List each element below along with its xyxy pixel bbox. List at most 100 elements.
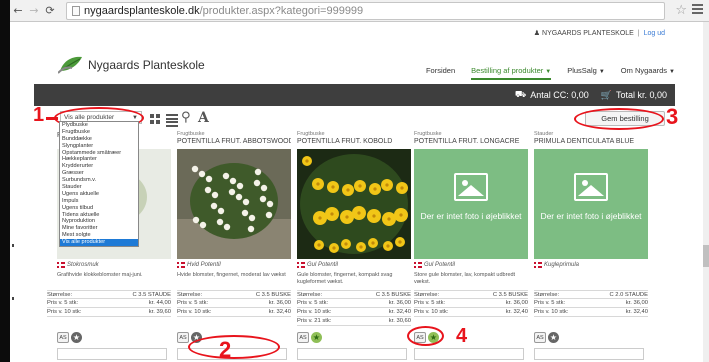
dropdown-option[interactable]: Impuls [60,198,138,205]
origin-row: Hvid Potentil [177,262,221,268]
favorite-star-icon[interactable]: ★ [548,332,559,343]
nav-item-forsiden[interactable]: Forsiden [426,66,455,80]
chevron-down-icon: ▼ [669,69,675,75]
as-badge[interactable]: AS [57,332,69,343]
dropdown-option[interactable]: Plydbuske [60,122,138,129]
price-label: Størrelse: [414,292,440,298]
page-icon [72,6,80,16]
price-table: Størrelse: C 3.5 BUSKE Pris v. 5 stk: kr. 3… [297,290,411,326]
product-category: Stauder [534,131,554,137]
no-photo-placeholder[interactable]: Der er intet foto i øjeblikket [534,149,648,259]
nav-label: Om Nygaards [620,66,668,75]
address-bar[interactable]: nygaardsplanteskole.dk /produkter.aspx?k… [66,2,665,20]
browser-menu-icon[interactable] [692,4,703,16]
annotation-number: 2 [219,337,232,362]
site-logo[interactable]: Nygaards Planteskole [58,55,205,75]
favorite-star-icon[interactable]: ★ [71,332,82,343]
truck-icon: ⛟ [514,89,527,99]
product-image[interactable] [177,149,291,259]
browser-toolbar: ← → ⟳ nygaardsplanteskole.dk /produkter.… [10,0,709,22]
product-description: Store gule blomster, lav, kompakt udbred… [414,272,516,285]
reload-icon[interactable]: ⟳ [42,4,58,17]
quantity-input[interactable] [297,348,407,360]
url-path: /produkter.aspx?kategori=999999 [199,5,364,17]
dropdown-option[interactable]: Mine favoritter [60,225,138,232]
annotation-number: 1 [33,104,45,126]
back-icon[interactable]: ← [10,4,26,17]
origin-row: Gul Potentil [414,262,455,268]
quantity-input[interactable] [57,348,167,360]
dropdown-option[interactable]: Ugens aktuelle [60,191,138,198]
price-row: Pris v. 5 stk: kr. 36,00 [177,299,291,308]
danish-flag-icon [534,262,542,268]
nav-item-plussalg[interactable]: PlusSalg ▼ [567,66,605,80]
price-value: kr. 36,00 [505,300,528,306]
search-icon[interactable]: ⚲ [181,110,191,125]
cart-total: Total kr. 0,00 [615,90,667,100]
price-label: Pris v. 5 stk: [534,300,566,306]
chevron-down-icon: ▼ [545,69,552,75]
dropdown-option[interactable]: Mest solgte [60,232,138,239]
price-label: Pris v. 5 stk: [414,300,446,306]
as-badge[interactable]: AS [534,332,546,343]
dropdown-option[interactable]: Slyngplanter [60,143,138,150]
product-name[interactable]: POTENTILLA FRUT. LONGACRE [414,138,528,145]
dropdown-option[interactable]: Bunddække [60,136,138,143]
dropdown-option[interactable]: Græsser [60,170,138,177]
list-view-icon[interactable] [166,114,178,128]
danish-flag-icon [177,262,185,268]
forward-icon[interactable]: → [26,4,42,17]
product-common-name: Kugleprimula [544,262,580,268]
main-nav: Forsiden Bestilling af produkter ▼ PlusSa… [410,66,675,80]
leaf-logo-icon [58,56,82,74]
product-name[interactable]: POTENTILLA FRUT. ABBOTSWOOD [177,138,291,145]
quantity-input[interactable] [534,348,644,360]
as-badge[interactable]: AS [177,332,189,343]
dropdown-option[interactable]: Hækkeplanter [60,156,138,163]
dropdown-option[interactable]: Nyproduktion [60,218,138,225]
price-label: Pris v. 10 stk: [177,309,212,315]
product-category: Frugtbuske [177,131,205,137]
price-label: Pris v. 10 stk: [534,309,569,315]
favorite-star-icon[interactable]: ★ [311,332,322,343]
logout-link[interactable]: Log ud [644,30,665,37]
category-dropdown-list[interactable]: Plydbuske Frugtbuske Bunddække Slyngplanter… [59,121,139,248]
font-size-icon[interactable]: A [198,110,209,126]
dropdown-option[interactable]: Stauder [60,184,138,191]
dropdown-option[interactable]: Krydderurter [60,163,138,170]
product-name[interactable]: PRIMULA DENTICULATA BLUE [534,138,648,145]
url-host: nygaardsplanteskole.dk [84,5,200,17]
dropdown-option[interactable]: Ugens tilbud [60,205,138,212]
grid-view-icon[interactable] [150,114,160,124]
price-label: Pris v. 10 stk: [297,309,332,315]
bookmark-star-icon[interactable]: ☆ [675,3,687,18]
nav-item-bestilling[interactable]: Bestilling af produkter ▼ [471,66,552,80]
origin-row: Stokrosmuk [57,262,99,268]
scrollbar-thumb[interactable] [703,245,709,267]
nav-item-om-nygaards[interactable]: Om Nygaards ▼ [621,66,675,80]
price-value: C 2.0 STAUDE [609,292,648,298]
price-label: Pris v. 21 stk: [297,318,332,324]
dropdown-option[interactable]: Tidens aktuelle [60,212,138,219]
price-value: kr. 32,40 [268,309,291,315]
product-name[interactable]: POTENTILLA FRUT. KOBOLD [297,138,411,145]
price-row: Pris v. 5 stk: kr. 36,00 [297,299,411,308]
price-value: kr. 44,00 [148,300,171,306]
product-common-name: Gul Potentil [424,262,456,268]
annotation-number: 3 [666,104,679,129]
danish-flag-icon [414,262,422,268]
page-scrollbar[interactable] [703,22,709,362]
dropdown-option[interactable]: Frugtbuske [60,129,138,136]
quantity-input[interactable] [414,348,524,360]
price-value: C 3.5 STAUDE [132,292,171,298]
price-row: Størrelse: C 3.5 STAUDE [47,290,171,299]
dropdown-option[interactable]: Surbundsm.v. [60,177,138,184]
cart-icon[interactable]: 🛒 [601,90,612,101]
dropdown-option[interactable]: Vis alle produkter [60,239,138,247]
no-photo-placeholder[interactable]: Der er intet foto i øjeblikket [414,149,528,259]
as-badge[interactable]: AS [297,332,309,343]
product-image[interactable] [297,149,411,259]
danish-flag-icon [57,262,65,268]
dropdown-option[interactable]: Opstammede småtræer [60,150,138,157]
price-row: Størrelse: C 3.5 BUSKE [177,290,291,299]
